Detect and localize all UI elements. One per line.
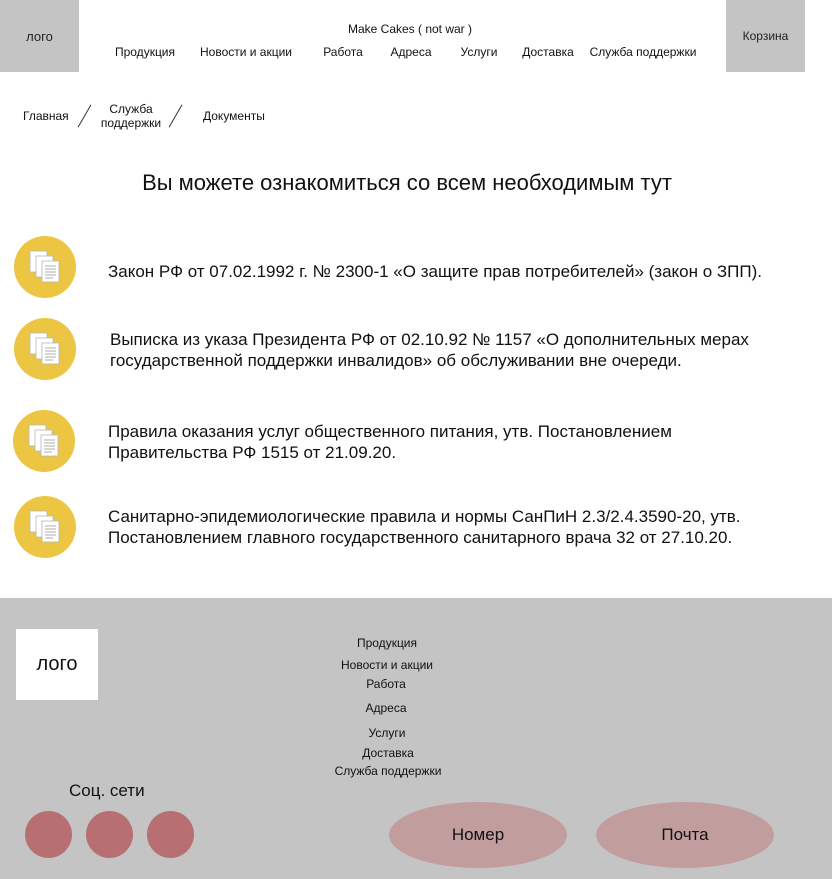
phone-button[interactable]: Номер [389,802,567,868]
nav-item-support[interactable]: Служба поддержки [590,45,697,59]
document-text-line2: государственной поддержки инвалидов» об … [110,351,682,370]
document-text-line1: Правила оказания услуг общественного пит… [108,422,672,441]
document-link-catering-rules[interactable]: Правила оказания услуг общественного пит… [108,421,672,463]
footer-logo[interactable]: лого [16,629,98,700]
footer-link-addresses[interactable]: Адреса [365,701,406,715]
nav-item-news[interactable]: Новости и акции [200,45,292,59]
document-text-line2: Правительства РФ 1515 от 21.09.20. [108,443,397,462]
nav-item-services[interactable]: Услуги [461,45,498,59]
footer-link-delivery[interactable]: Доставка [362,746,414,760]
page-title: Вы можете ознакомиться со всем необходим… [142,170,672,195]
document-text-line2: Постановлением главного государственного… [108,528,733,547]
social-icon[interactable] [147,811,194,858]
breadcrumb-home[interactable]: Главная [23,109,69,123]
breadcrumb: Главная Служба поддержки Документы [0,96,300,136]
social-icon[interactable] [86,811,133,858]
breadcrumb-support-line1: Служба [109,102,153,116]
footer-link-news[interactable]: Новости и акции [341,658,433,672]
cart-button[interactable]: Корзина [726,0,805,72]
social-title: Соц. сети [69,781,145,800]
document-icon [14,496,76,558]
breadcrumb-separator [77,104,92,128]
breadcrumb-support-line2: поддержки [100,116,162,130]
footer-link-products[interactable]: Продукция [357,636,417,650]
document-link-consumer-rights[interactable]: Закон РФ от 07.02.1992 г. № 2300-1 «О за… [108,261,762,282]
document-link-presidential-decree[interactable]: Выписка из указа Президента РФ от 02.10.… [110,329,749,371]
breadcrumb-current: Документы [203,109,265,123]
header-logo[interactable]: лого [0,0,79,72]
document-text-line1: Закон РФ от 07.02.1992 г. № 2300-1 «О за… [108,262,763,281]
document-icon [14,236,76,298]
breadcrumb-separator [168,104,183,128]
footer-link-support[interactable]: Служба поддержки [335,764,442,778]
footer-link-jobs[interactable]: Работа [366,677,406,691]
nav-item-jobs[interactable]: Работа [323,45,363,59]
document-link-sanpin[interactable]: Санитарно-эпидемиологические правила и н… [108,506,741,548]
footer-link-services[interactable]: Услуги [369,726,406,740]
breadcrumb-support[interactable]: Служба поддержки [97,102,165,130]
document-icon [13,410,75,472]
site-title: Make Cakes ( not war ) [347,22,473,36]
nav-item-delivery[interactable]: Доставка [522,45,574,59]
document-text-line1: Выписка из указа Президента РФ от 02.10.… [110,330,749,349]
email-button[interactable]: Почта [596,802,774,868]
nav-item-addresses[interactable]: Адреса [390,45,431,59]
document-icon [14,318,76,380]
nav-item-products[interactable]: Продукция [115,45,175,59]
document-text-line1: Санитарно-эпидемиологические правила и н… [108,507,741,526]
social-icon[interactable] [25,811,72,858]
